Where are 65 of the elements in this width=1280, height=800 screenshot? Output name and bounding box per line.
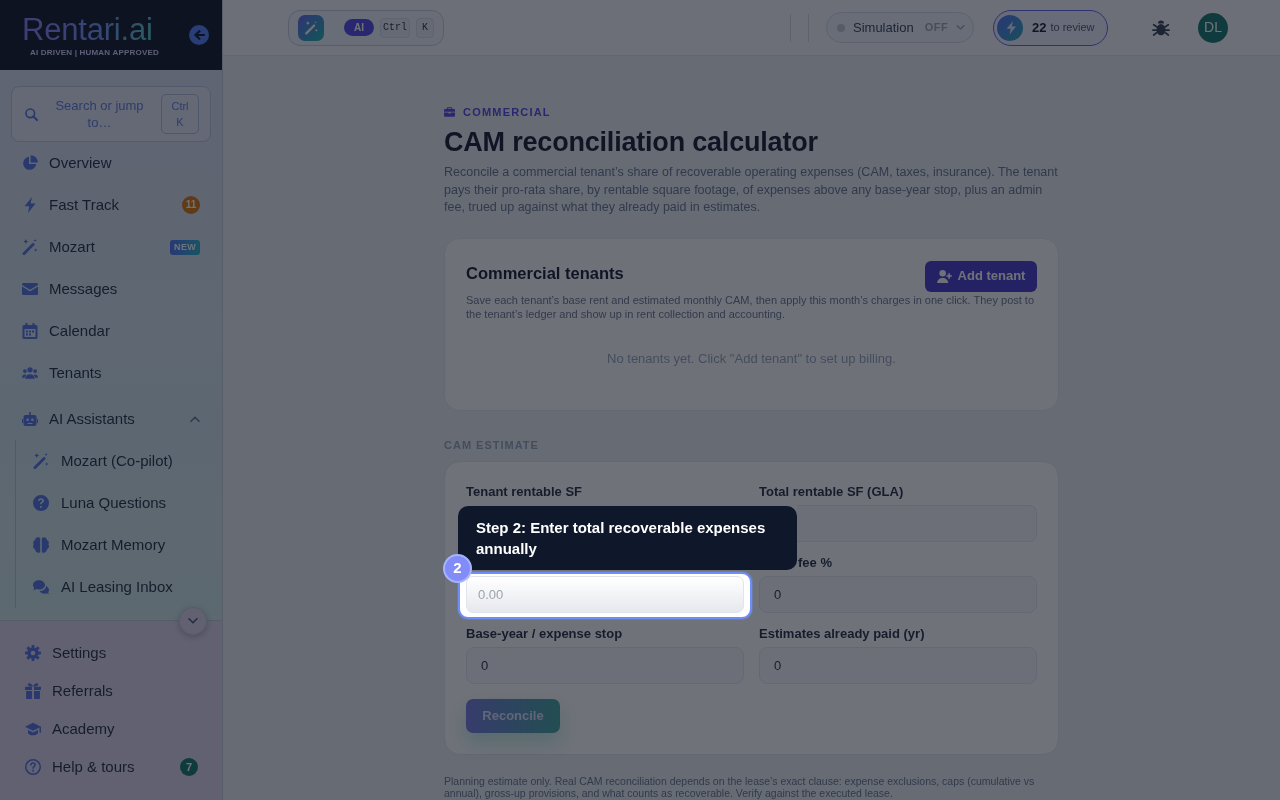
magic-wand-icon — [22, 239, 38, 255]
gift-icon — [25, 683, 41, 699]
sidebar-item[interactable]: Settings — [0, 634, 222, 672]
panel-title: Commercial tenants — [466, 262, 624, 283]
input-field[interactable] — [797, 504, 1037, 542]
field-label: Estimates already paid (yr) — [759, 625, 926, 641]
sidebar-item[interactable]: AI Assistants — [0, 398, 222, 440]
page-title: CAM reconciliation calculator — [444, 126, 819, 158]
count-badge: 11 — [182, 196, 200, 214]
sidebar-item[interactable]: Overview — [0, 142, 222, 184]
arrow-left-icon — [193, 30, 205, 40]
sidebar-item[interactable]: Calendar — [0, 310, 222, 352]
chevron-down-icon — [956, 25, 966, 30]
brand-tagline: AI DRIVEN | HUMAN APPROVED — [30, 47, 159, 57]
sidebar-item[interactable]: Help & tours 7 — [0, 748, 222, 786]
search-icon — [25, 107, 38, 121]
sidebar-item[interactable]: Referrals — [0, 672, 222, 710]
bug-icon[interactable] — [1152, 18, 1170, 37]
lightning-icon — [22, 197, 38, 213]
user-plus-icon — [936, 269, 952, 283]
sidebar-item[interactable]: AI Leasing Inbox — [16, 566, 222, 608]
input-field[interactable]: 0 — [759, 575, 1037, 613]
envelope-icon — [22, 281, 38, 297]
sidebar-item[interactable]: Luna Questions — [16, 482, 222, 524]
user-avatar[interactable]: DL — [1198, 12, 1228, 43]
sidebar-item[interactable]: Messages — [0, 268, 222, 310]
lightning-icon — [997, 14, 1023, 41]
review-queue-button[interactable]: 22 to review — [993, 9, 1108, 46]
input-field[interactable]: 0.00 — [466, 575, 744, 613]
calendar-icon — [22, 323, 38, 339]
key-cap: Ctrl — [380, 17, 410, 38]
input-field[interactable]: 0 — [466, 646, 744, 684]
graduation-cap-icon — [25, 721, 41, 737]
magic-wand-icon — [33, 453, 49, 469]
help-icon — [25, 759, 41, 775]
sidebar-item[interactable]: Mozart NEW — [0, 226, 222, 268]
people-icon — [22, 365, 38, 381]
ai-command-button[interactable]: AI Ctrl K — [288, 9, 444, 46]
magic-wand-icon — [298, 14, 324, 41]
brain-icon — [33, 537, 49, 553]
input-field[interactable]: 0 — [759, 646, 1037, 684]
sidebar-item[interactable]: Tenants — [0, 352, 222, 394]
add-tenant-button[interactable]: Add tenant — [925, 260, 1037, 292]
field-label: Base-year / expense stop — [466, 625, 624, 641]
sidebar-item[interactable]: Mozart Memory — [16, 524, 222, 566]
chevron-down-icon — [188, 618, 198, 624]
settings-icon — [25, 645, 41, 661]
briefcase-icon — [444, 107, 455, 117]
sidebar-item[interactable]: Academy — [0, 710, 222, 748]
sidebar-item[interactable]: Fast Track 11 — [0, 184, 222, 226]
chat-bubbles-icon — [33, 579, 49, 595]
pie-chart-icon — [22, 155, 38, 171]
chevron-up-icon — [190, 416, 200, 422]
robot-icon — [22, 411, 38, 427]
field-label: Tenant rentable SF — [466, 483, 584, 499]
new-badge: NEW — [170, 239, 200, 255]
collapse-sidebar-button[interactable] — [189, 25, 209, 45]
count-badge: 7 — [180, 758, 198, 776]
sidebar-item[interactable]: Mozart (Co-pilot) — [16, 440, 222, 482]
ai-badge: AI — [344, 19, 374, 36]
field-label: fee % — [798, 554, 833, 570]
key-cap: K — [416, 17, 434, 38]
field-label: Total rentable SF (GLA) — [759, 483, 905, 499]
question-icon — [33, 495, 49, 511]
section-eyebrow: COMMERCIAL — [463, 105, 551, 119]
